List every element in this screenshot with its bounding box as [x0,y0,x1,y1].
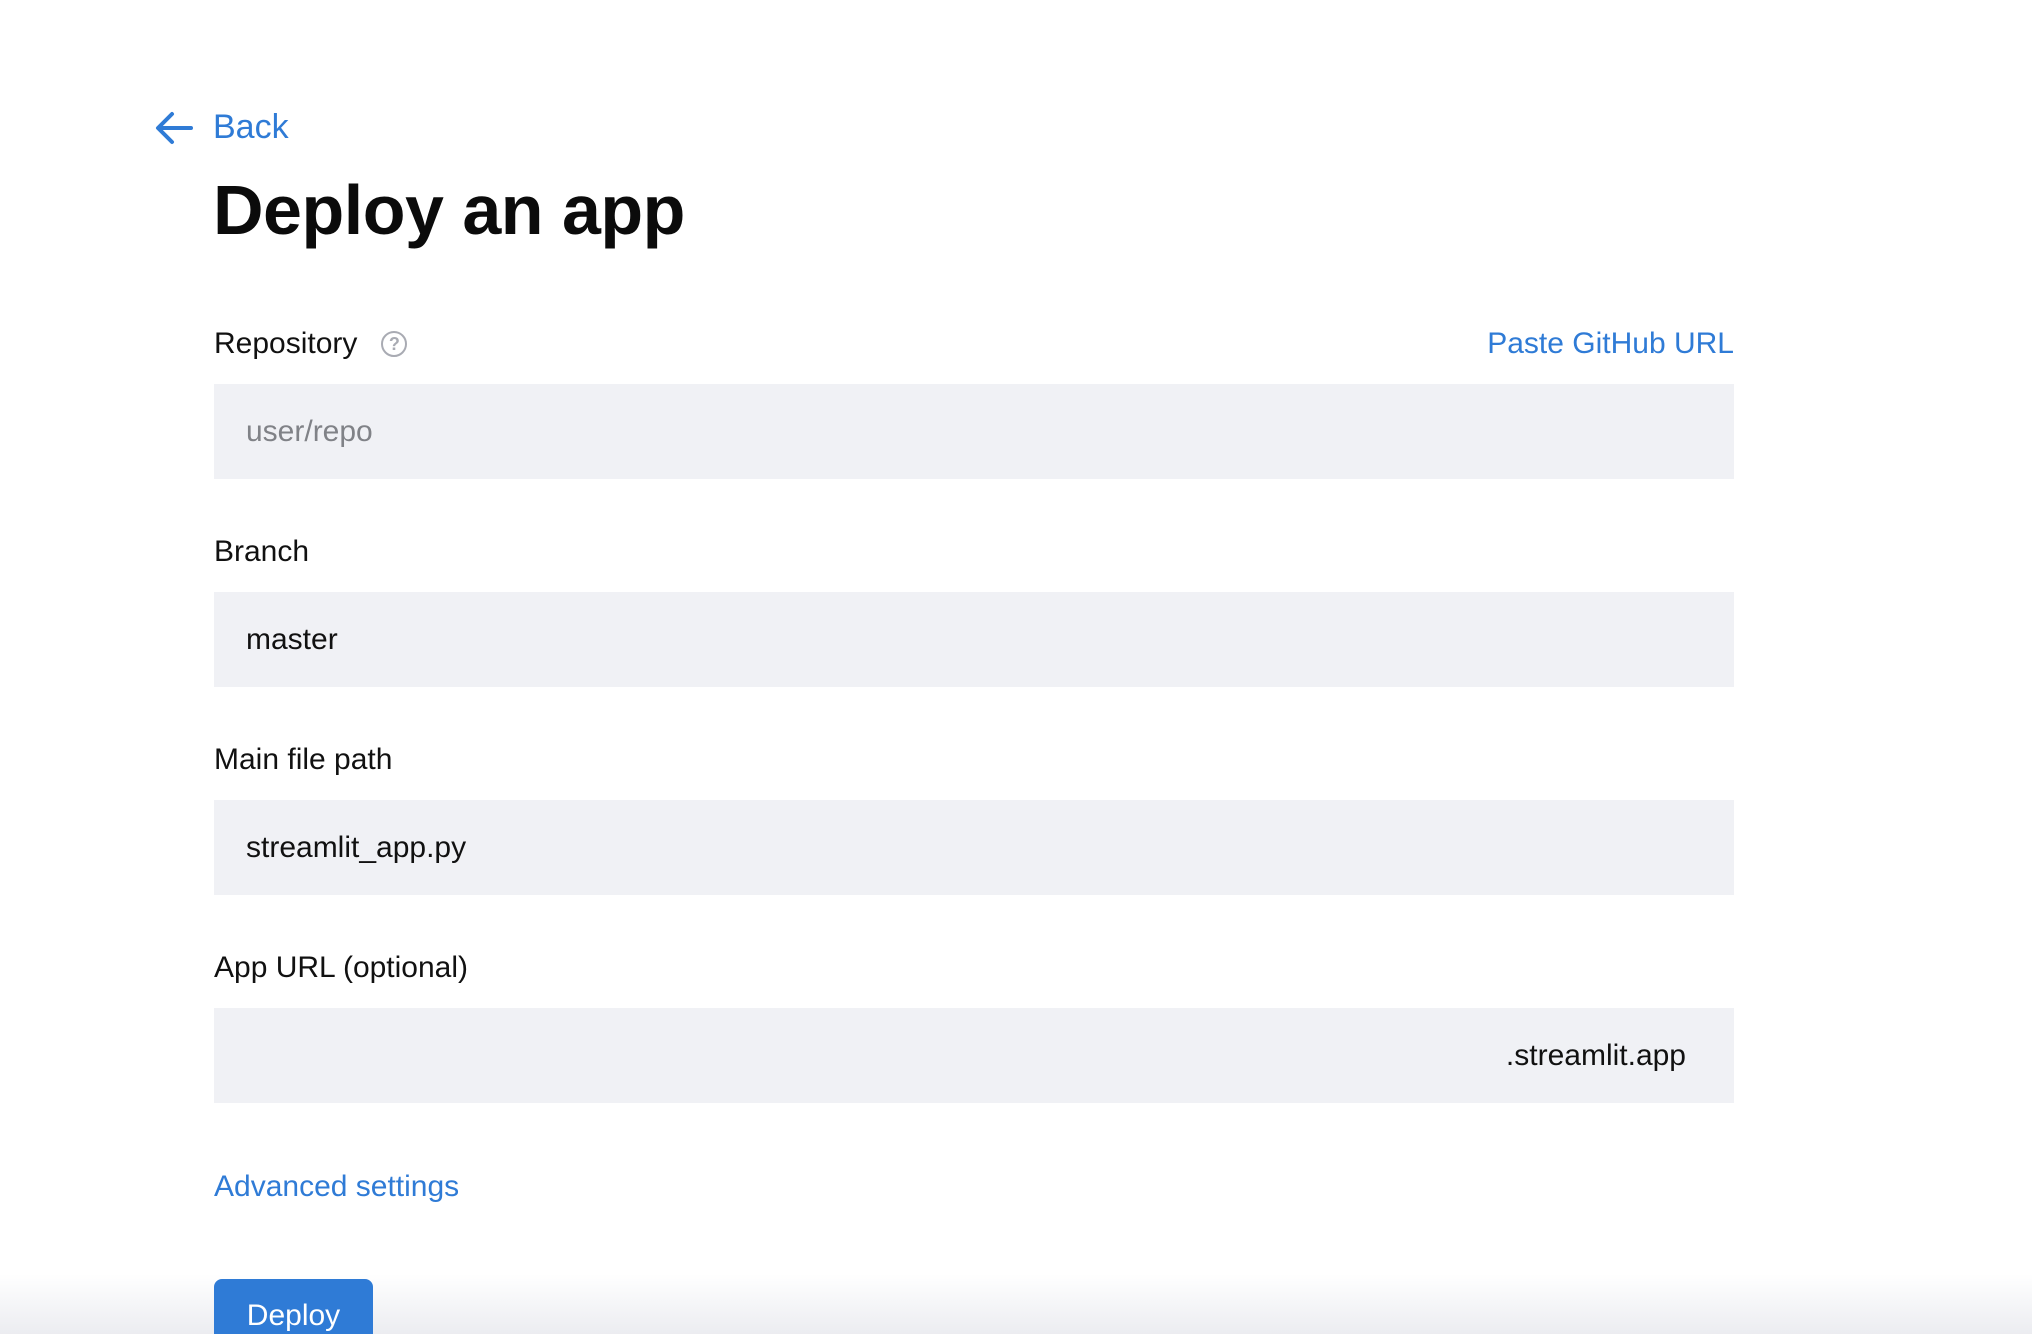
back-link[interactable]: Back [155,108,289,147]
repository-label-group: Repository ? [214,327,408,361]
branch-input[interactable]: master [214,592,1734,687]
repository-input[interactable]: user/repo [214,384,1734,479]
app-url-label-row: App URL (optional) [214,946,1734,990]
back-label: Back [213,108,289,146]
repository-placeholder: user/repo [246,414,373,448]
branch-label-row: Branch [214,530,1734,574]
deploy-button[interactable]: Deploy [214,1279,373,1334]
repository-label: Repository [214,327,358,360]
arrow-left-icon [155,111,193,145]
page-title: Deploy an app [213,171,685,249]
paste-github-url-link[interactable]: Paste GitHub URL [1487,327,1734,361]
main-file-label-row: Main file path [214,738,1734,782]
app-url-suffix: .streamlit.app [1505,1038,1686,1072]
branch-label: Branch [214,535,310,568]
repository-label-row: Repository ? Paste GitHub URL [214,322,1734,366]
main-file-path-input[interactable]: streamlit_app.py [214,800,1734,895]
main-file-value: streamlit_app.py [246,830,467,864]
branch-value: master [246,622,338,656]
app-url-label: App URL (optional) [214,951,469,984]
question-circle-icon[interactable]: ? [381,331,408,357]
deploy-page: Back Deploy an app Repository ? Paste Gi… [0,0,2032,1334]
advanced-settings-link[interactable]: Advanced settings [214,1170,459,1204]
app-url-input[interactable]: .streamlit.app [214,1008,1734,1103]
main-file-label: Main file path [214,743,393,776]
